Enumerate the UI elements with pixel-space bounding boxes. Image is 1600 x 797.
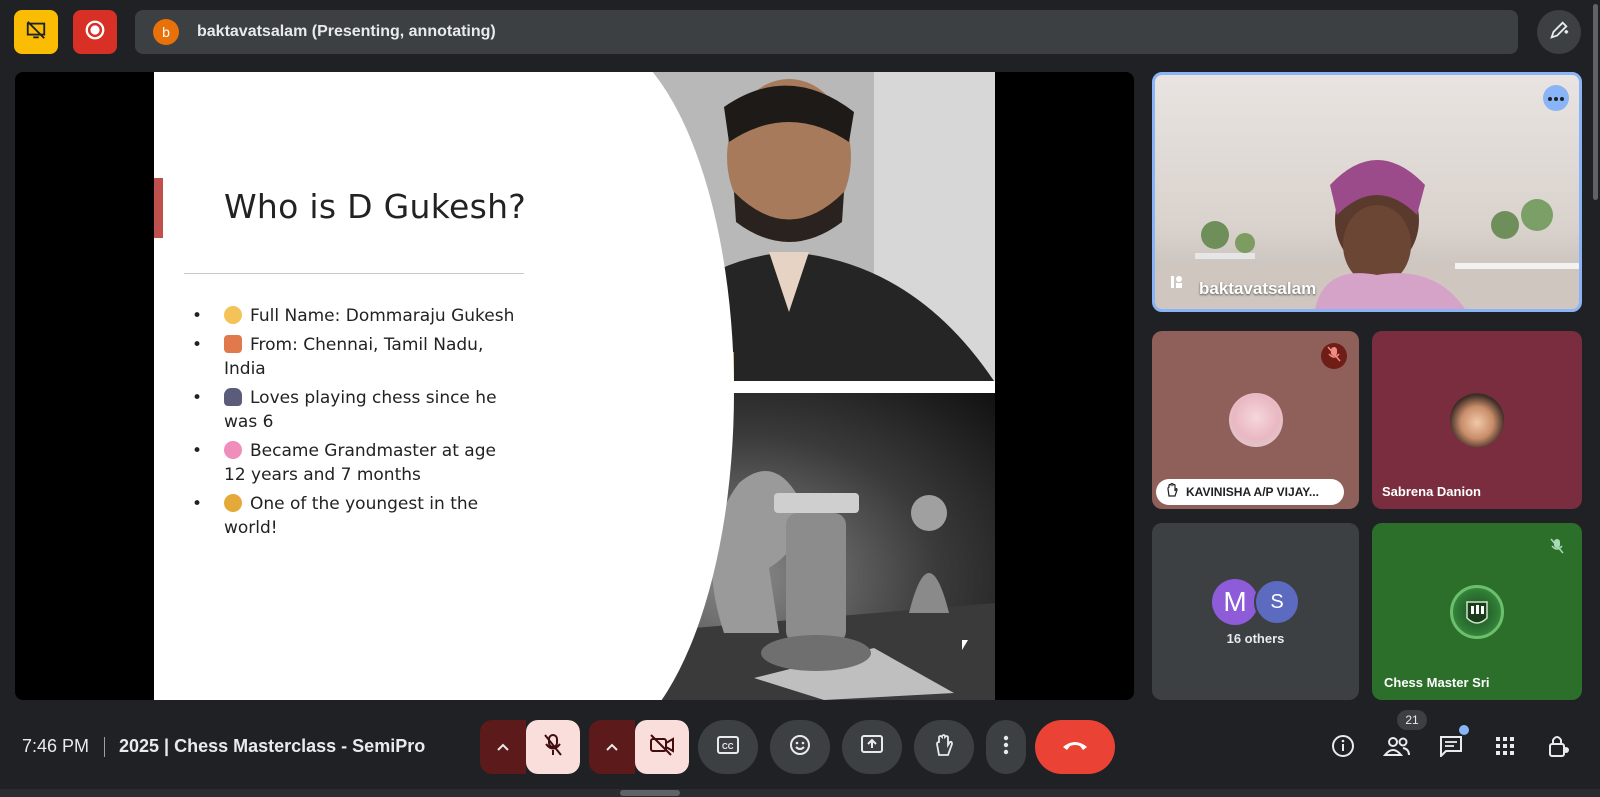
chat-notification-dot — [1459, 725, 1469, 735]
camera-toggle-button[interactable] — [635, 720, 689, 774]
video-settings-button[interactable] — [589, 720, 635, 774]
house-emoji-icon — [224, 335, 242, 353]
participant-tile-kavinisha[interactable]: KAVINISHA A/P VIJAY... — [1152, 331, 1359, 509]
avatar — [1228, 393, 1283, 447]
call-end-icon — [1062, 738, 1088, 756]
chess-club-logo — [1450, 584, 1504, 639]
presentation-toggle-button[interactable] — [14, 10, 58, 54]
activities-button[interactable] — [1489, 732, 1521, 764]
closed-captions-icon: CC — [717, 735, 739, 759]
avatar — [1450, 393, 1504, 447]
present-to-all-icon — [861, 734, 883, 760]
emoji-smile-icon — [789, 734, 811, 761]
chevron-up-icon — [497, 738, 509, 756]
avatar: S — [1254, 579, 1300, 625]
more-horiz-icon — [1548, 89, 1564, 107]
lock-person-icon — [1547, 734, 1571, 763]
audio-settings-button[interactable] — [480, 720, 526, 774]
meeting-details-button[interactable] — [1327, 732, 1359, 764]
presenter-banner: b baktavatsalam (Presenting, annotating) — [135, 10, 1518, 54]
annotate-pen-icon — [1548, 19, 1570, 46]
mic-off-icon — [1550, 538, 1564, 559]
list-item: Loves playing chess since he was 6 — [192, 386, 522, 434]
bottom-control-bar: 7:46 PM 2025 | Chess Masterclass - SemiP… — [0, 710, 1600, 788]
participant-name: Sabrena Danion — [1382, 484, 1481, 499]
mic-off-icon — [543, 733, 563, 762]
avatar: M — [1212, 579, 1258, 625]
list-item: Became Grandmaster at age 12 years and 7… — [192, 439, 522, 487]
muted-badge — [1544, 535, 1570, 561]
presenter-avatar: b — [153, 19, 179, 45]
chess-pawn-emoji-icon — [224, 388, 242, 406]
participant-name: baktavatsalam — [1199, 279, 1317, 298]
presentation-stage: Who is D Gukesh? Full Name: Dommaraju Gu… — [15, 72, 1134, 700]
people-count-badge: 21 — [1397, 710, 1427, 730]
horizontal-scrollbar[interactable] — [0, 789, 1600, 797]
annotate-button[interactable] — [1537, 10, 1581, 54]
participant-tile-sabrena[interactable]: Sabrena Danion — [1372, 331, 1582, 509]
brain-emoji-icon — [224, 441, 242, 459]
title-accent-bar — [154, 178, 163, 238]
recording-button[interactable] — [73, 10, 117, 54]
apps-grid-icon — [1495, 736, 1515, 761]
info-icon — [1331, 734, 1355, 763]
top-bar: b baktavatsalam (Presenting, annotating) — [0, 0, 1600, 64]
others-count-label: 16 others — [1226, 631, 1285, 646]
others-avatars: M S — [1212, 579, 1302, 625]
participant-name: KAVINISHA A/P VIJAY... — [1186, 485, 1319, 499]
present-off-icon — [25, 19, 47, 46]
reactions-button[interactable] — [770, 720, 830, 774]
title-divider — [184, 273, 524, 274]
host-controls-button[interactable] — [1543, 732, 1575, 764]
people-icon — [1382, 735, 1411, 762]
participant-name: Chess Master Sri — [1384, 675, 1490, 690]
slide-bullet-list: Full Name: Dommaraju Gukesh From: Chenna… — [192, 304, 522, 545]
participant-tile-chess-master[interactable]: Chess Master Sri — [1372, 523, 1582, 700]
presenter-status-text: baktavatsalam (Presenting, annotating) — [197, 23, 496, 40]
present-screen-button[interactable] — [842, 720, 902, 774]
raise-hand-button[interactable] — [914, 720, 974, 774]
chat-button[interactable] — [1435, 732, 1467, 764]
meet-window: b baktavatsalam (Presenting, annotating) — [0, 0, 1600, 797]
presenting-icon — [1169, 274, 1185, 295]
more-options-button[interactable] — [1543, 85, 1569, 111]
muted-badge — [1321, 343, 1347, 369]
vertical-scrollbar[interactable] — [1593, 4, 1598, 200]
participant-name-pill: KAVINISHA A/P VIJAY... — [1156, 479, 1344, 505]
videocam-off-icon — [649, 733, 675, 761]
list-item: Full Name: Dommaraju Gukesh — [192, 304, 522, 328]
more-options-button[interactable] — [986, 720, 1026, 774]
captions-button[interactable]: CC — [698, 720, 758, 774]
slide-title: Who is D Gukesh? — [224, 187, 527, 226]
mic-off-icon — [1327, 346, 1341, 367]
person-emoji-icon — [224, 306, 242, 324]
meeting-title: 2025 | Chess Masterclass - SemiPro — [119, 736, 426, 756]
people-button[interactable] — [1381, 732, 1413, 764]
camera-control-group — [589, 720, 689, 774]
leave-call-button[interactable] — [1035, 720, 1115, 774]
list-item: One of the youngest in the world! — [192, 492, 522, 540]
raised-hand-icon — [1166, 482, 1178, 502]
more-vert-icon — [1003, 735, 1009, 760]
mic-control-group — [480, 720, 580, 774]
mouse-cursor-icon — [962, 640, 968, 650]
chevron-up-icon — [606, 738, 618, 756]
participant-tile-presenter[interactable]: baktavatsalam — [1152, 72, 1582, 312]
presentation-slide: Who is D Gukesh? Full Name: Dommaraju Gu… — [154, 72, 995, 700]
raise-hand-icon — [934, 733, 954, 761]
clock: 7:46 PM — [22, 736, 90, 756]
chat-icon — [1439, 735, 1463, 762]
list-item: From: Chennai, Tamil Nadu, India — [192, 333, 522, 381]
participant-tile-others[interactable]: M S 16 others — [1152, 523, 1359, 700]
mic-toggle-button[interactable] — [526, 720, 580, 774]
divider — [104, 737, 105, 757]
record-icon — [84, 19, 106, 46]
svg-text:CC: CC — [722, 742, 734, 751]
scrollbar-thumb[interactable] — [620, 790, 680, 796]
medal-emoji-icon — [224, 494, 242, 512]
